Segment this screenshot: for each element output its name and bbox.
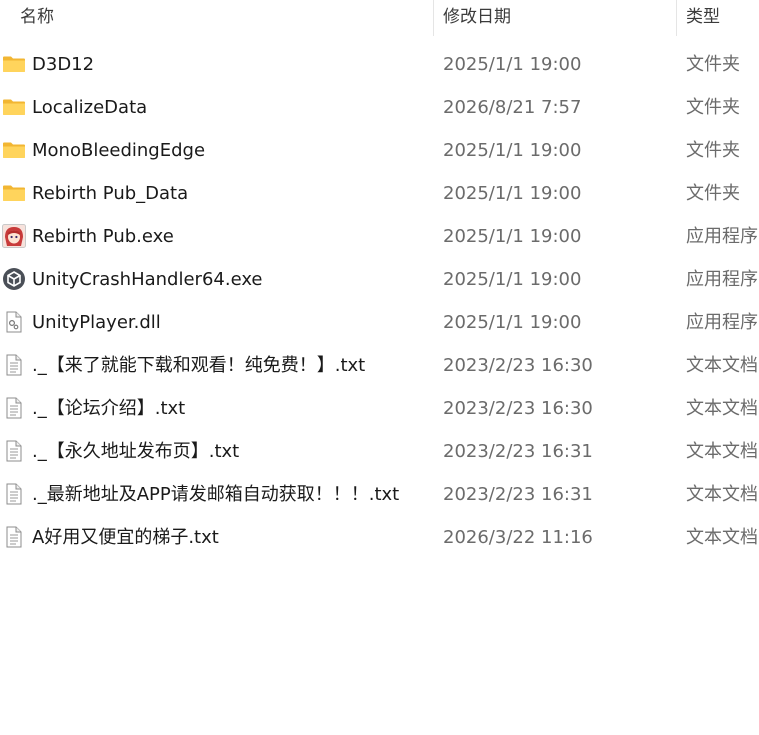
folder-icon — [2, 138, 26, 162]
file-name[interactable]: ._【来了就能下载和观看！纯免费！】.txt — [32, 344, 365, 387]
file-modified-date: 2023/2/23 16:30 — [443, 398, 593, 419]
file-name[interactable]: ._【论坛介绍】.txt — [32, 387, 185, 430]
file-type: 文本文档 — [686, 398, 758, 419]
file-row[interactable]: ._最新地址及APP请发邮箱自动获取！！！.txt 2023/2/23 16:31… — [0, 473, 759, 516]
sort-caret-icon: ^ — [215, 0, 226, 8]
file-name[interactable]: ._【永久地址发布页】.txt — [32, 430, 239, 473]
file-row[interactable]: UnityCrashHandler64.exe 2025/1/1 19:00 应用程… — [0, 258, 759, 301]
file-modified-date: 2023/2/23 16:30 — [443, 355, 593, 376]
file-name[interactable]: UnityPlayer.dll — [32, 301, 161, 344]
file-type: 应用程序 — [686, 312, 758, 333]
file-name[interactable]: Rebirth Pub.exe — [32, 215, 174, 258]
file-modified-date: 2025/1/1 19:00 — [443, 226, 582, 247]
file-type: 文件夹 — [686, 140, 740, 161]
file-modified-date: 2025/1/1 19:00 — [443, 312, 582, 333]
file-name[interactable]: ._最新地址及APP请发邮箱自动获取！！！.txt — [32, 473, 399, 516]
file-row[interactable]: UnityPlayer.dll 2025/1/1 19:00 应用程序 — [0, 301, 759, 344]
file-modified-date: 2025/1/1 19:00 — [443, 183, 582, 204]
column-header: 名称 ^ 修改日期 类型 — [0, 0, 759, 36]
text-file-icon — [2, 439, 26, 463]
file-row[interactable]: A好用又便宜的梯子.txt 2026/3/22 11:16 文本文档 — [0, 516, 759, 559]
file-type: 文本文档 — [686, 527, 758, 548]
file-modified-date: 2025/1/1 19:00 — [443, 54, 582, 75]
column-divider[interactable] — [676, 0, 677, 36]
file-modified-date: 2025/1/1 19:00 — [443, 140, 582, 161]
file-row[interactable]: ._【论坛介绍】.txt 2023/2/23 16:30 文本文档 — [0, 387, 759, 430]
file-type: 文本文档 — [686, 441, 758, 462]
file-name[interactable]: UnityCrashHandler64.exe — [32, 258, 263, 301]
file-row[interactable]: ._【来了就能下载和观看！纯免费！】.txt 2023/2/23 16:30 文本文… — [0, 344, 759, 387]
file-modified-date: 2023/2/23 16:31 — [443, 484, 593, 505]
file-row[interactable]: LocalizeData 2026/8/21 7:57 文件夹 — [0, 86, 759, 129]
text-file-icon — [2, 396, 26, 420]
column-header-name[interactable]: 名称 — [20, 0, 54, 36]
file-modified-date: 2026/3/22 11:16 — [443, 527, 593, 548]
file-row[interactable]: Rebirth Pub_Data 2025/1/1 19:00 文件夹 — [0, 172, 759, 215]
column-header-type[interactable]: 类型 — [686, 0, 720, 36]
file-type: 应用程序 — [686, 269, 758, 290]
folder-icon — [2, 52, 26, 76]
file-modified-date: 2023/2/23 16:31 — [443, 441, 593, 462]
column-divider[interactable] — [433, 0, 434, 36]
folder-icon — [2, 181, 26, 205]
file-modified-date: 2025/1/1 19:00 — [443, 269, 582, 290]
app-avatar-icon — [2, 224, 26, 248]
file-name[interactable]: A好用又便宜的梯子.txt — [32, 516, 219, 559]
file-type: 文件夹 — [686, 54, 740, 75]
text-file-icon — [2, 482, 26, 506]
text-file-icon — [2, 353, 26, 377]
file-row[interactable]: ._【永久地址发布页】.txt 2023/2/23 16:31 文本文档 — [0, 430, 759, 473]
file-name[interactable]: LocalizeData — [32, 86, 147, 129]
text-file-icon — [2, 525, 26, 549]
file-row[interactable]: D3D12 2025/1/1 19:00 文件夹 — [0, 43, 759, 86]
folder-icon — [2, 95, 26, 119]
file-type: 文件夹 — [686, 97, 740, 118]
dll-file-icon — [2, 310, 26, 334]
column-header-date[interactable]: 修改日期 — [443, 0, 511, 36]
file-type: 文本文档 — [686, 484, 758, 505]
file-list: D3D12 2025/1/1 19:00 文件夹 LocalizeData 2026/8… — [0, 43, 759, 559]
file-name[interactable]: D3D12 — [32, 43, 94, 86]
file-name[interactable]: MonoBleedingEdge — [32, 129, 205, 172]
file-row[interactable]: Rebirth Pub.exe 2025/1/1 19:00 应用程序 — [0, 215, 759, 258]
file-name[interactable]: Rebirth Pub_Data — [32, 172, 188, 215]
file-modified-date: 2026/8/21 7:57 — [443, 97, 582, 118]
file-type: 应用程序 — [686, 226, 758, 247]
unity-icon — [2, 267, 26, 291]
file-type: 文本文档 — [686, 355, 758, 376]
file-type: 文件夹 — [686, 183, 740, 204]
file-row[interactable]: MonoBleedingEdge 2025/1/1 19:00 文件夹 — [0, 129, 759, 172]
